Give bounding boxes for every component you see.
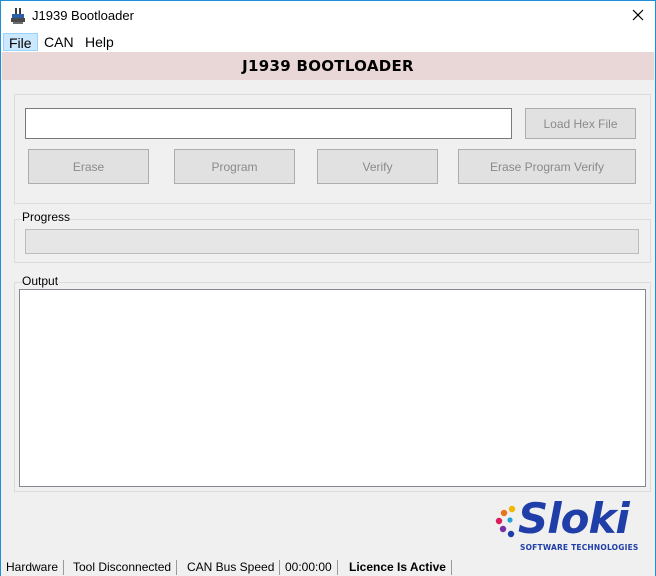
status-licence: Licence Is Active — [344, 560, 452, 575]
logo-wordmark: Sloki — [518, 494, 630, 543]
status-bar: Hardware Tool Disconnected CAN Bus Speed… — [1, 559, 655, 576]
menu-bar: File CAN Help — [1, 31, 655, 52]
menu-file[interactable]: File — [3, 33, 38, 51]
title-bar[interactable]: J1939 Bootloader — [1, 1, 655, 31]
sloki-logo: Sloki SOFTWARE TECHNOLOGIES — [494, 494, 649, 555]
menu-can[interactable]: CAN — [39, 33, 79, 51]
program-button[interactable]: Program — [174, 149, 295, 184]
progress-label: Progress — [22, 210, 71, 224]
status-hardware: Hardware — [1, 560, 65, 575]
window-title: J1939 Bootloader — [32, 8, 134, 23]
logo-subtitle: SOFTWARE TECHNOLOGIES — [520, 543, 639, 552]
erase-program-verify-button[interactable]: Erase Program Verify — [458, 149, 636, 184]
load-hex-file-button[interactable]: Load Hex File — [525, 108, 636, 139]
status-tool-connection: Tool Disconnected — [68, 560, 178, 575]
menu-help[interactable]: Help — [80, 33, 119, 51]
status-elapsed-time: 00:00:00 — [280, 560, 338, 575]
bootloader-app-icon — [10, 8, 26, 24]
status-can-bus-speed: CAN Bus Speed — [182, 560, 281, 575]
logo-dots-icon — [495, 505, 516, 538]
hex-file-path-input[interactable] — [25, 108, 512, 139]
erase-button[interactable]: Erase — [28, 149, 149, 184]
progress-bar — [25, 229, 639, 254]
app-banner-title: J1939 BOOTLOADER — [2, 52, 654, 80]
close-button[interactable] — [621, 1, 655, 31]
main-window: J1939 Bootloader File CAN Help J1939 BOO… — [0, 0, 656, 576]
output-label: Output — [22, 274, 59, 288]
output-textarea[interactable] — [19, 289, 646, 487]
close-icon — [632, 9, 644, 24]
verify-button[interactable]: Verify — [317, 149, 438, 184]
